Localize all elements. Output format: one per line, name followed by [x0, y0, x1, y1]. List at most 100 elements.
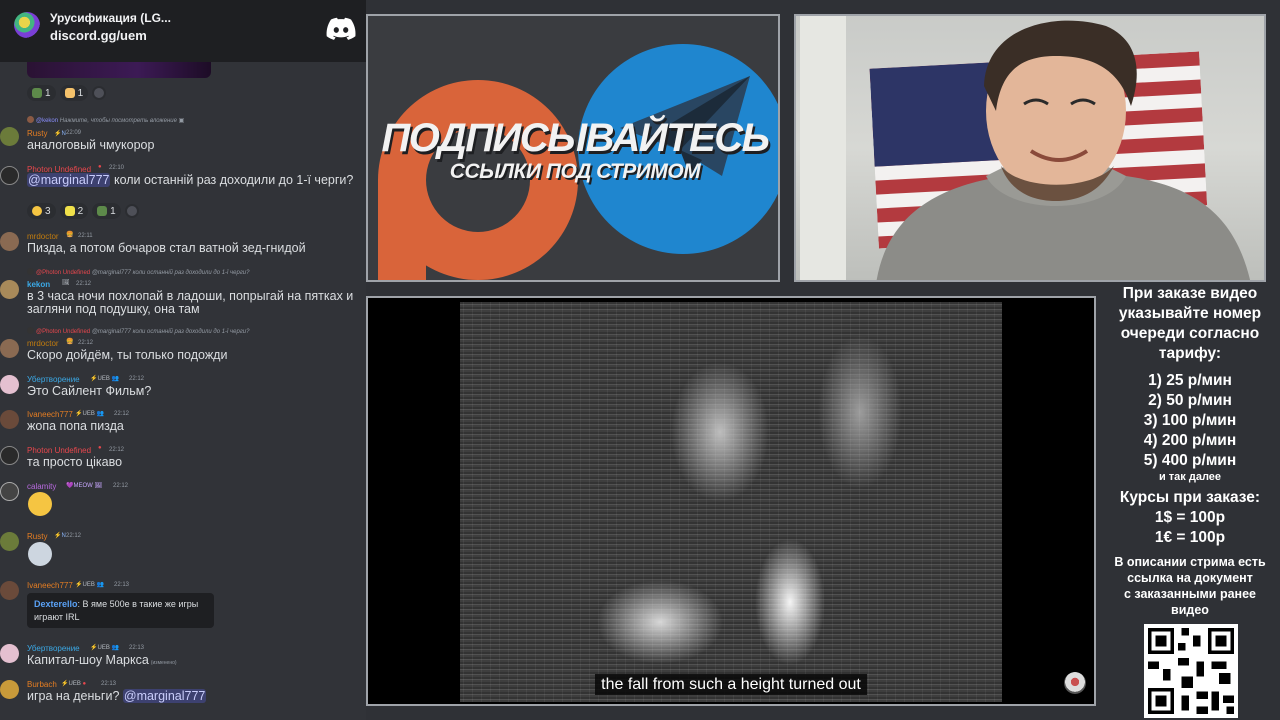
message-text-content: игра на деньги?: [27, 689, 123, 703]
message-author[interactable]: Burbach: [27, 680, 57, 689]
qr-code-icon: [1144, 624, 1238, 718]
message-author[interactable]: Photon Undefined: [27, 446, 91, 455]
patreon-logo-stem: [378, 180, 426, 280]
message-author[interactable]: Убертворение: [27, 644, 80, 653]
message-author[interactable]: kekon: [27, 280, 50, 289]
message-author[interactable]: mrdoctor: [27, 339, 59, 348]
reaction-chip[interactable]: 3: [27, 203, 56, 219]
reply-preview[interactable]: @Photon Undefined @marginal777 коли оста…: [27, 327, 249, 335]
server-emoji-icon: [32, 88, 42, 98]
reaction-count: 2: [77, 205, 84, 217]
message-author[interactable]: calamity: [27, 482, 56, 491]
role-badge-icon: 🍔: [66, 232, 74, 238]
server-invite-link[interactable]: discord.gg/uem: [50, 28, 147, 43]
reaction-chip[interactable]: 1: [27, 85, 56, 101]
user-mention[interactable]: @marginal777: [122, 689, 207, 703]
message-text-content: Капитал-шоу Маркса: [27, 653, 149, 667]
reaction-chip[interactable]: 2: [59, 203, 89, 219]
message-time: 22:12: [113, 483, 129, 489]
role-tag: ⚡UEB 👥: [90, 376, 119, 382]
rates-title: Курсы при заказе:: [1119, 489, 1261, 506]
message-time: 22:12: [76, 281, 92, 287]
avatar[interactable]: [0, 166, 19, 185]
reply-author: @Photon Undefined: [36, 270, 91, 276]
avatar[interactable]: [0, 232, 19, 251]
description-line: ссылка на документ: [1127, 571, 1253, 585]
message-text-content: коли останній раз доходили до 1-ї черги?: [110, 173, 354, 187]
message-text: в 3 часа ночи похлопай в ладоши, попрыга…: [27, 289, 354, 316]
avatar[interactable]: [0, 482, 19, 501]
tariff-item: 1) 25 р/мин: [1148, 372, 1232, 389]
avatar[interactable]: [0, 446, 19, 465]
reply-preview[interactable]: @Photon Undefined @marginal777 коли оста…: [27, 268, 249, 276]
subtitle-text: the fall from such a height turned out: [595, 674, 867, 695]
server-header[interactable]: Урусификация (LG... discord.gg/uem: [0, 0, 366, 62]
role-badge-icon: ●: [98, 445, 102, 451]
message-author[interactable]: Убертворение: [27, 375, 80, 384]
webcam-feed: [794, 14, 1266, 282]
avatar[interactable]: [0, 680, 19, 699]
stream-layout: Урусификация (LG... discord.gg/uem 1 1 @…: [0, 0, 1280, 720]
role-badge-icon: ●: [98, 164, 102, 170]
reply-preview[interactable]: @kekon Нажмите, чтобы посмотреть вложени…: [27, 116, 184, 124]
avatar[interactable]: [0, 339, 19, 358]
discord-logo-icon: [326, 17, 356, 40]
message-time: 22:09: [66, 130, 82, 136]
image-attachment[interactable]: [27, 62, 211, 78]
avatar[interactable]: [0, 644, 19, 663]
add-reaction-icon[interactable]: [124, 204, 139, 218]
tariff-item: 5) 400 р/мин: [1143, 452, 1237, 469]
reply-author: @Photon Undefined: [36, 329, 91, 335]
message-time: 22:11: [78, 233, 93, 239]
info-header-line: При заказе видео: [1122, 285, 1258, 302]
subscribe-promo-panel: ПОДПИСЫВАЙТЕСЬ ССЫЛКИ ПОД СТРИМОМ: [366, 14, 780, 282]
edited-label: (изменено): [150, 660, 177, 666]
message-author[interactable]: Ivaneech777: [27, 410, 73, 419]
info-header-line: очереди согласно: [1120, 325, 1260, 342]
role-tag: ⚡UEB 👥: [75, 582, 104, 588]
description-line: с заказанными ранее: [1123, 587, 1256, 601]
message-author[interactable]: Ivaneech777: [27, 581, 73, 590]
role-badge-icon: 🖼: [62, 280, 70, 286]
video-noise-overlay: [460, 302, 1002, 702]
role-badge-icon: 🍔: [66, 339, 74, 345]
add-reaction-icon[interactable]: [92, 86, 107, 100]
laughing-crying-emoji-icon: [28, 492, 52, 516]
tariffs-note: и так далее: [1158, 471, 1222, 483]
reply-text: @marginal777 коли останній раз доходили …: [91, 270, 250, 276]
tariff-item: 4) 200 р/мин: [1143, 432, 1237, 449]
role-badge-icon: ⚡N: [54, 131, 66, 137]
message-time: 22:10: [109, 165, 125, 171]
reaction-chip[interactable]: 1: [59, 85, 89, 101]
reaction-count: 1: [110, 205, 116, 217]
avatar[interactable]: [0, 280, 19, 299]
message-time: 22:13: [129, 645, 145, 651]
reply-text: Нажмите, чтобы посмотреть вложение: [59, 118, 177, 124]
avatar[interactable]: [0, 375, 19, 394]
message-text: та просто цікаво: [27, 455, 123, 469]
reply-avatar: [27, 116, 34, 123]
rate-item: 1$ = 100р: [1154, 509, 1226, 526]
quoted-message[interactable]: Dexterello: В яме 500е в такие же игры и…: [27, 593, 214, 628]
message-author[interactable]: Rusty: [27, 129, 47, 138]
reaction-count: 1: [77, 87, 84, 99]
message-author[interactable]: Rusty: [27, 532, 47, 541]
quote-author: Dexterello: [34, 599, 78, 609]
message-author[interactable]: mrdoctor: [27, 232, 59, 241]
video-player[interactable]: the fall from such a height turned out: [366, 296, 1096, 706]
promo-subtitle: ССЫЛКИ ПОД СТРИМОМ: [449, 160, 701, 183]
reply-avatar: [27, 268, 34, 275]
reaction-chip[interactable]: 1: [92, 203, 121, 219]
avatar[interactable]: [0, 581, 19, 600]
background-door: [800, 16, 846, 280]
avatar[interactable]: [0, 410, 19, 429]
avatar[interactable]: [0, 127, 19, 146]
message-time: 22:12: [129, 376, 145, 382]
role-tag: 💜MEOW 🖼: [66, 483, 103, 489]
discord-chat-panel: Урусификация (LG... discord.gg/uem 1 1 @…: [0, 0, 366, 720]
user-mention[interactable]: @marginal777: [27, 173, 111, 187]
message-time: 22:12: [78, 340, 94, 346]
message-text: Капитал-шоу Маркса (изменено): [27, 654, 364, 670]
avatar[interactable]: [0, 532, 19, 551]
clown-emoji-icon: [64, 206, 75, 216]
